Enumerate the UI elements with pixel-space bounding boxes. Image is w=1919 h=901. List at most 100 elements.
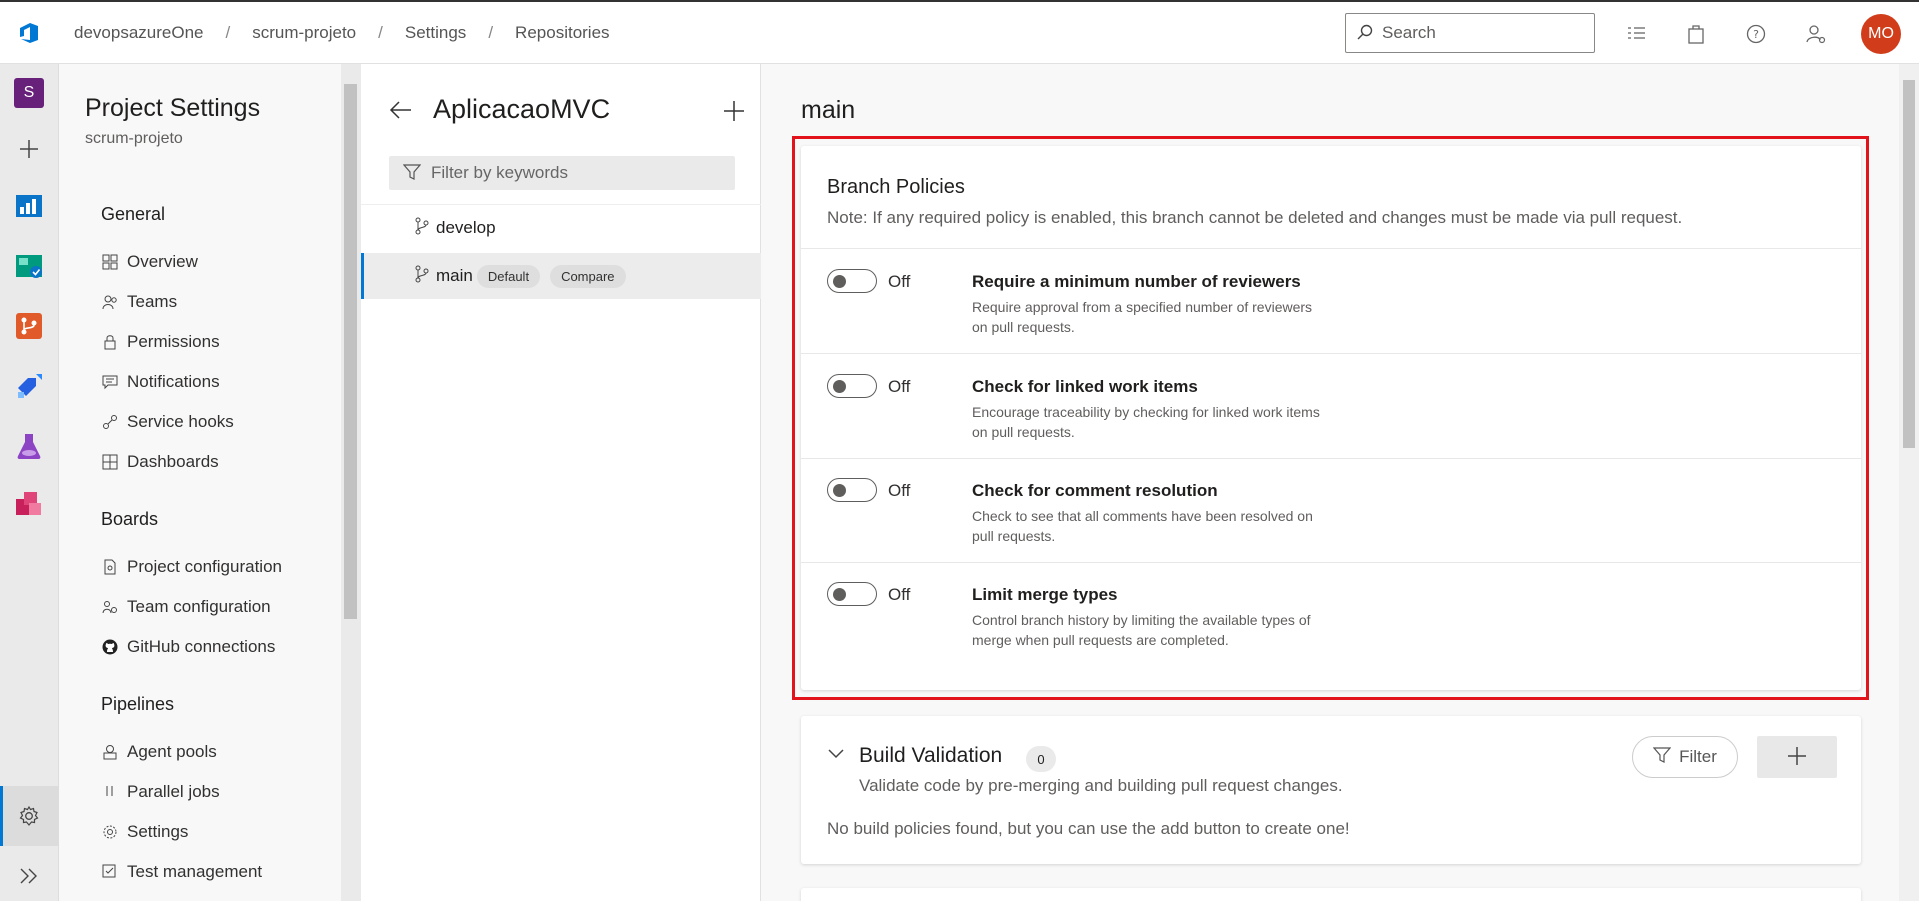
branch-row-main[interactable]: main Default Compare — [361, 253, 761, 299]
nav-item-settings[interactable]: Settings — [101, 822, 188, 842]
toggle-knob — [833, 484, 846, 497]
breadcrumb-settings[interactable]: Settings — [405, 23, 466, 43]
pipelines-icon[interactable] — [13, 369, 45, 401]
nav-item-teams[interactable]: Teams — [101, 292, 177, 312]
new-plus-icon[interactable] — [13, 133, 45, 165]
policy-title: Require a minimum number of reviewers — [972, 272, 1301, 291]
branch-policies-title: Branch Policies — [827, 176, 965, 198]
top-actions: ? MO — [1621, 14, 1901, 54]
nav-item-project-configuration[interactable]: Project configuration — [101, 557, 282, 577]
add-plus-icon[interactable] — [723, 100, 745, 125]
search-icon — [1356, 23, 1374, 44]
branch-title: main — [801, 96, 856, 124]
project-name: scrum-projeto — [85, 130, 183, 147]
build-validation-card: Build Validation 0 Validate code by pre-… — [801, 716, 1861, 864]
branch-name: main — [436, 266, 473, 285]
breadcrumb-organization[interactable]: devopsazureOne — [74, 23, 203, 43]
policy-description-line: on pull requests. — [972, 319, 1075, 335]
overview-icon[interactable] — [13, 190, 45, 222]
breadcrumb-separator: / — [378, 22, 383, 42]
nav-item-github-connections[interactable]: GitHub connections — [101, 637, 275, 657]
team-configuration-icon — [101, 598, 119, 616]
nav-item-label: Service hooks — [127, 412, 234, 431]
filter-button-label: Filter — [1679, 747, 1717, 766]
service-hooks-icon — [101, 413, 119, 431]
policy-description-line: pull requests. — [972, 528, 1056, 544]
boards-icon[interactable] — [13, 250, 45, 282]
toggle-knob — [833, 588, 846, 601]
user-settings-icon[interactable] — [1801, 19, 1831, 49]
branch-list-panel: AplicacaoMVC Filter by keywords develop … — [361, 64, 761, 901]
breadcrumb-separator: / — [488, 22, 494, 42]
filter-input[interactable]: Filter by keywords — [389, 156, 735, 190]
test-plans-icon[interactable] — [13, 430, 45, 462]
build-validation-count-badge: 0 — [1026, 746, 1056, 772]
policy-state: Off — [888, 585, 911, 604]
nav-item-overview[interactable]: Overview — [101, 252, 198, 272]
search-box[interactable]: Search — [1345, 13, 1595, 53]
policy-title: Check for comment resolution — [972, 481, 1218, 500]
policy-description: Control branch history by limiting the a… — [972, 610, 1362, 650]
expand-chevrons-icon[interactable] — [13, 860, 45, 892]
nav-item-label: Dashboards — [127, 452, 219, 471]
nav-item-test-management[interactable]: Test management — [101, 862, 262, 882]
main-scrollbar-thumb[interactable] — [1903, 80, 1915, 448]
notifications-comment-icon — [101, 373, 119, 391]
marketplace-bag-icon[interactable] — [1681, 19, 1711, 49]
repository-name: AplicacaoMVC — [433, 94, 611, 124]
breadcrumb-separator: / — [225, 22, 231, 42]
policy-toggle[interactable] — [827, 374, 877, 398]
nav-item-parallel-jobs[interactable]: Parallel jobs — [101, 782, 220, 802]
policy-description: Require approval from a specified number… — [972, 297, 1362, 337]
branch-policies-card: Branch Policies Note: If any required po… — [801, 146, 1861, 690]
project-icon[interactable]: S — [13, 77, 45, 109]
filter-placeholder: Filter by keywords — [431, 163, 568, 182]
section-pipelines: Pipelines — [101, 694, 175, 714]
chevron-down-icon[interactable] — [827, 746, 845, 763]
nav-item-dashboards[interactable]: Dashboards — [101, 452, 219, 472]
toggle-knob — [833, 275, 846, 288]
nav-item-notifications[interactable]: Notifications — [101, 372, 220, 392]
repos-icon[interactable] — [13, 310, 45, 342]
back-arrow-icon[interactable] — [389, 100, 413, 123]
nav-item-agent-pools[interactable]: Agent pools — [101, 742, 217, 762]
policy-toggle[interactable] — [827, 269, 877, 293]
nav-item-permissions[interactable]: Permissions — [101, 332, 220, 352]
gear-icon[interactable] — [13, 800, 45, 832]
overview-grid-icon — [101, 253, 119, 271]
nav-scrollbar[interactable] — [341, 64, 361, 901]
filter-button[interactable]: Filter — [1632, 736, 1738, 778]
toggle-knob — [833, 380, 846, 393]
policy-description-line: Require approval from a specified number… — [972, 299, 1313, 315]
checklist-icon[interactable] — [1621, 19, 1651, 49]
artifacts-icon[interactable] — [13, 488, 45, 520]
page-title: Project Settings — [85, 94, 261, 122]
next-policy-card — [801, 888, 1861, 901]
nav-item-label: Settings — [127, 822, 189, 841]
policy-title: Limit merge types — [972, 585, 1118, 604]
nav-item-label: Parallel jobs — [127, 782, 220, 801]
branch-icon — [414, 217, 430, 240]
nav-scrollbar-thumb[interactable] — [344, 84, 357, 619]
breadcrumb-project[interactable]: scrum-projeto — [252, 23, 356, 43]
add-build-policy-button[interactable] — [1757, 736, 1837, 778]
main-scrollbar[interactable] — [1899, 64, 1919, 901]
policy-description: Check to see that all comments have been… — [972, 506, 1362, 546]
policy-description-line: Control branch history by limiting the a… — [972, 612, 1311, 628]
github-icon — [101, 638, 119, 656]
branch-row-develop[interactable]: develop — [361, 205, 761, 251]
policy-description: Encourage traceability by checking for l… — [972, 402, 1362, 442]
avatar[interactable]: MO — [1861, 14, 1901, 54]
compare-badge[interactable]: Compare — [550, 264, 626, 288]
svg-text:?: ? — [1753, 28, 1759, 41]
policy-description-line: merge when pull requests are completed. — [972, 632, 1229, 648]
nav-item-service-hooks[interactable]: Service hooks — [101, 412, 234, 432]
azure-devops-logo-icon[interactable] — [0, 2, 58, 64]
nav-item-team-configuration[interactable]: Team configuration — [101, 597, 271, 617]
help-icon[interactable]: ? — [1741, 19, 1771, 49]
policy-toggle[interactable] — [827, 478, 877, 502]
breadcrumb-repositories[interactable]: Repositories — [515, 23, 610, 43]
policy-toggle[interactable] — [827, 582, 877, 606]
section-general: General — [101, 204, 166, 224]
lock-icon — [101, 333, 119, 351]
